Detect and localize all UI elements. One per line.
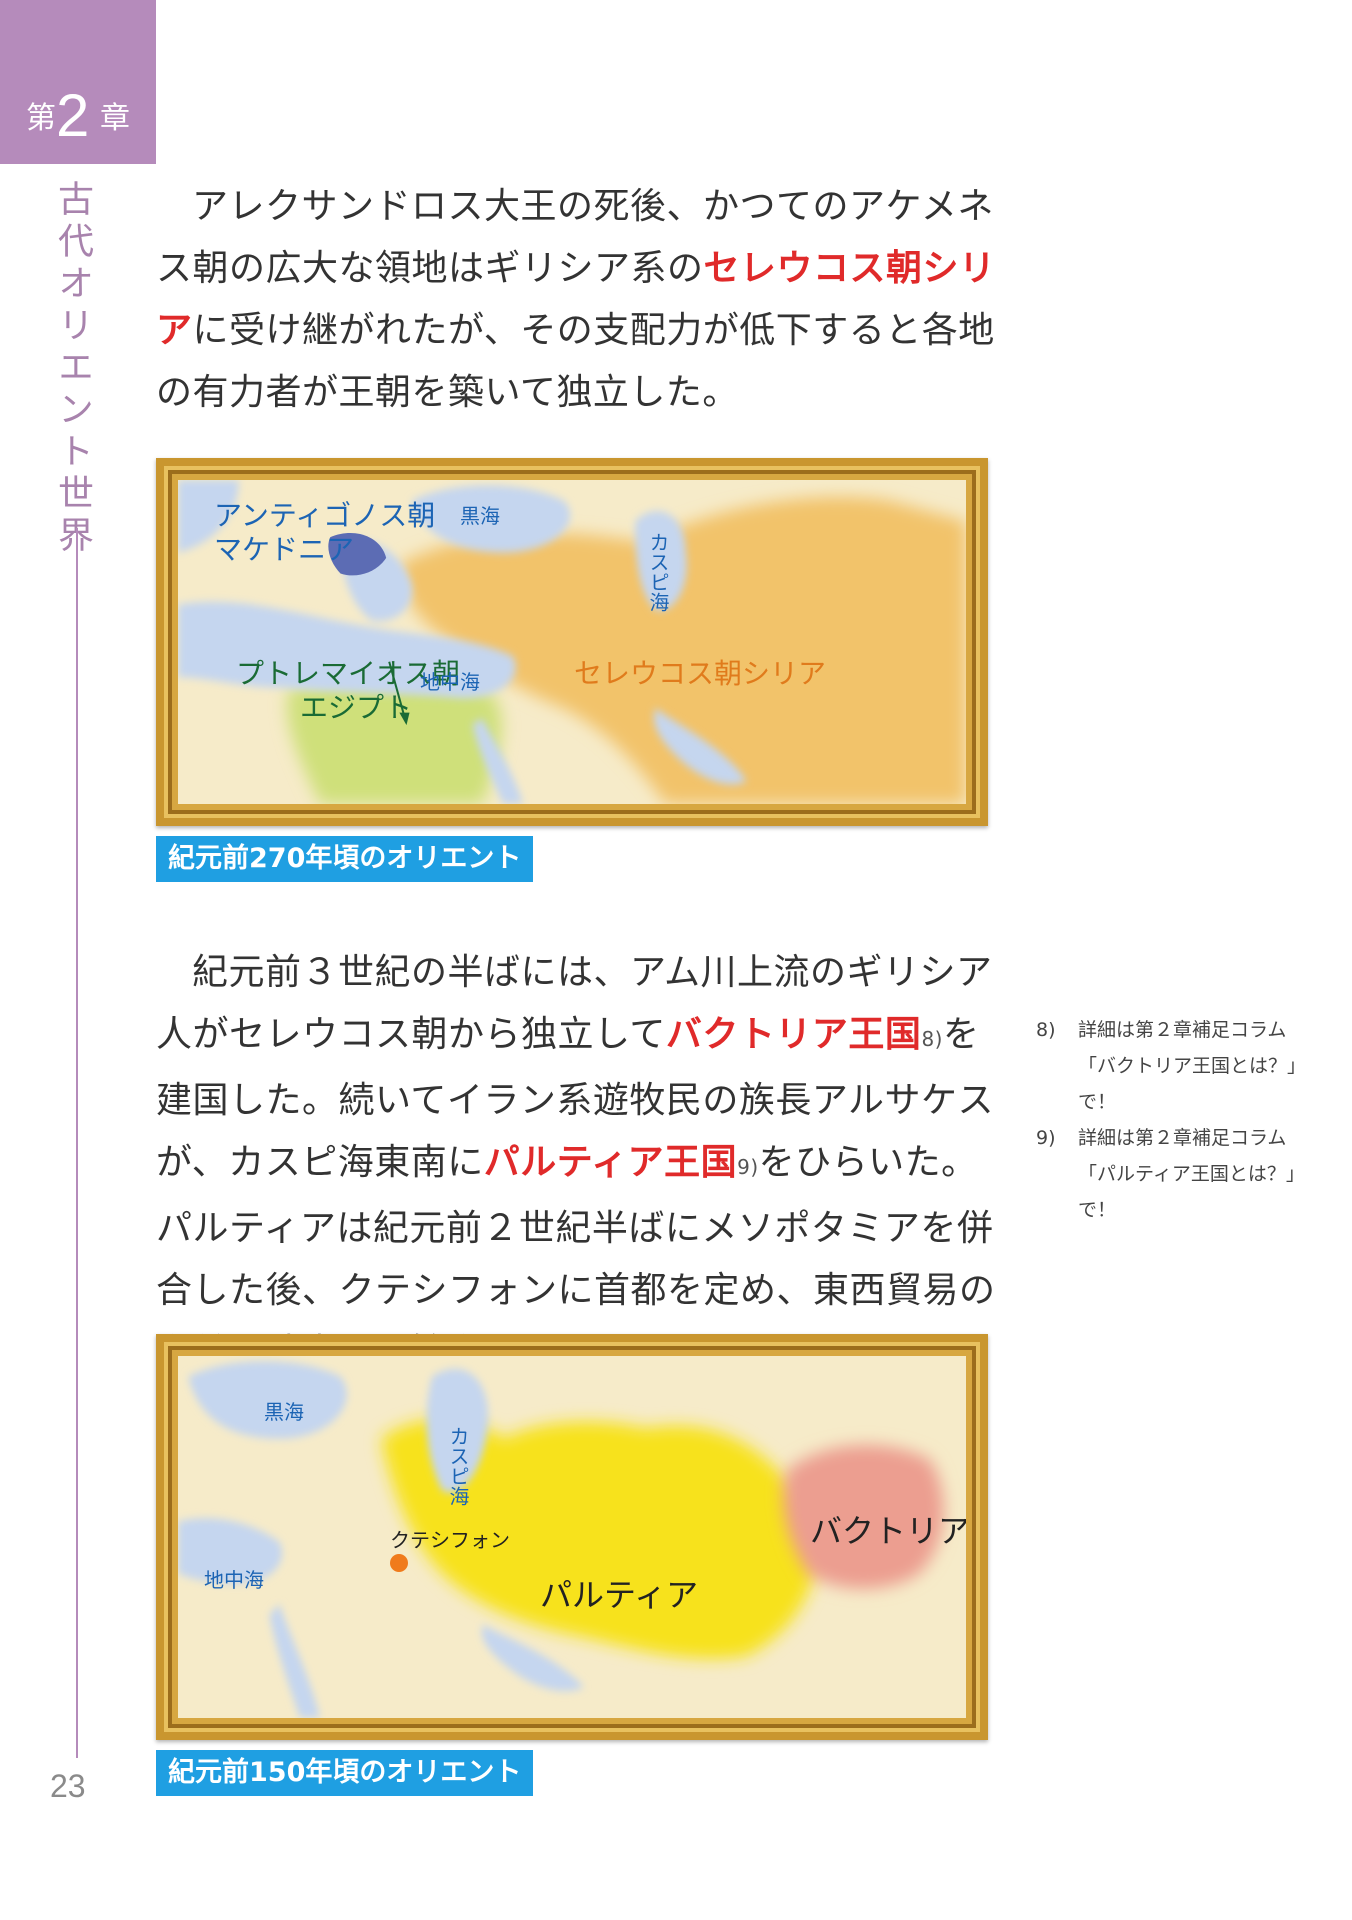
footnote-9-line1: 詳細は第２章補足コラム: [1078, 1127, 1287, 1149]
footnote-9-line2: 「パルティア王国とは？」で！: [1078, 1163, 1305, 1221]
caption-map-270bc: 紀元前270年頃のオリエント: [156, 836, 534, 882]
chapter-number: 2: [56, 82, 90, 149]
footnote-9: 9) 詳細は第２章補足コラム 「パルティア王国とは？」で！: [1036, 1120, 1336, 1228]
chapter-divider-line: [76, 528, 78, 1758]
label-caspian: カスピ海: [646, 532, 670, 612]
footnote-8: 8) 詳細は第２章補足コラム 「バクトリア王国とは？」で！: [1036, 1012, 1336, 1120]
label-caspian-2: カスピ海: [446, 1426, 470, 1506]
label-mediterranean: 地中海: [420, 670, 480, 694]
footnote-8-number: 8): [1036, 1019, 1056, 1041]
term-parthia: パルティア王国: [483, 1142, 738, 1183]
footnote-ref-8: 8): [921, 1027, 943, 1051]
map-150bc: 黒海 カスピ海 バクトリア クテシフォン 地中海 パルティア: [156, 1334, 988, 1740]
footnote-ref-9: 9): [737, 1155, 759, 1179]
caption-map-150bc: 紀元前150年頃のオリエント: [156, 1750, 534, 1796]
footnote-8-line1: 詳細は第２章補足コラム: [1078, 1019, 1287, 1041]
paragraph-1: アレクサンドロス大王の死後、かつてのアケメネス朝の広大な領地はギリシア系のセレウ…: [156, 176, 996, 424]
footnote-9-number: 9): [1036, 1127, 1056, 1149]
chapter-suffix: 章: [100, 101, 130, 136]
label-seleucid: セレウコス朝シリア: [574, 657, 827, 690]
label-egypt: エジプト: [300, 691, 413, 724]
label-mediterranean-2: 地中海: [204, 1568, 264, 1592]
label-black-sea: 黒海: [460, 504, 500, 528]
capital-marker: [390, 1554, 408, 1572]
para1-text-b: に受け継がれたが、その支配力が低下すると各地の有力者が王朝を築いて独立した。: [156, 310, 995, 413]
footnote-8-line2: 「バクトリア王国とは？」で！: [1078, 1055, 1307, 1113]
label-bactria: バクトリア: [810, 1512, 966, 1550]
map-150bc-canvas: 黒海 カスピ海 バクトリア クテシフォン 地中海 パルティア: [178, 1356, 966, 1718]
term-bactria: バクトリア王国: [665, 1014, 922, 1055]
page-number: 23: [50, 1768, 86, 1804]
chapter-title: 古代オリエント世界: [52, 180, 93, 558]
map-270bc: アンティゴノス朝 マケドニア 黒海 カスピ海 プトレマイオス朝 エジプト 地中海…: [156, 458, 988, 826]
chapter-tab: 第 2 章: [0, 0, 156, 164]
chapter-prefix: 第: [26, 101, 57, 136]
paragraph-2: 紀元前３世紀の半ばには、アム川上流のギリシア人がセレウコス朝から独立してバクトリ…: [156, 942, 996, 1384]
label-ctesiphon: クテシフォン: [390, 1528, 510, 1552]
label-parthia: パルティア: [540, 1576, 699, 1614]
label-macedonia: マケドニア: [214, 533, 355, 566]
label-black-sea-2: 黒海: [264, 1400, 304, 1424]
map-270bc-canvas: アンティゴノス朝 マケドニア 黒海 カスピ海 プトレマイオス朝 エジプト 地中海…: [178, 480, 966, 804]
